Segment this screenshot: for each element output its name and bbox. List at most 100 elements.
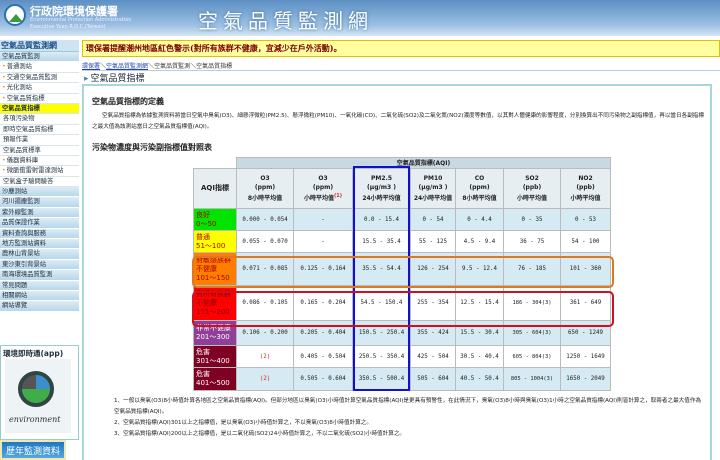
aqi-level-range: 301～400 xyxy=(196,356,230,365)
aqi-level-cell: 良好 0～50 xyxy=(193,208,237,231)
aqi-level-label: 危害 xyxy=(196,347,210,356)
table-cell: 425 - 504 xyxy=(410,345,456,368)
table-cell: 36 - 75 xyxy=(503,230,561,253)
table-cell: 0 - 54 xyxy=(410,208,456,231)
sidebar-item[interactable]: 交通空氣品質監測 xyxy=(0,72,79,84)
sidebar-title[interactable]: 空氣品質監測網 xyxy=(0,40,79,52)
column-header: O3 (ppm) 小時平均值(1) xyxy=(293,168,353,209)
table-cell: 0.505 - 0.604 xyxy=(293,367,353,391)
sidebar-item[interactable]: 河川揚塵監測 xyxy=(0,197,79,208)
definition-title: 空氣品質指標的定義 xyxy=(92,97,164,106)
sidebar-item[interactable]: 常見問題 xyxy=(0,280,79,291)
column-header: CO (ppm) 8小時平均值 xyxy=(455,168,504,209)
table-cell: (2) xyxy=(236,345,294,368)
aqi-level-cell: 普通 51～100 xyxy=(193,230,237,253)
aqi-level-range: 401～500 xyxy=(196,379,230,387)
aqi-level-cell: 危害 401～500 xyxy=(193,367,237,391)
sidebar-item[interactable]: 紫外線監測 xyxy=(0,207,79,219)
sidebar-item[interactable]: 空氣品質指標 xyxy=(0,93,79,104)
sidebar-item[interactable]: 預報作業 xyxy=(0,135,79,146)
breadcrumb-link[interactable]: 空氣品質監測網 xyxy=(106,63,148,70)
column-pollutant: SO2 xyxy=(525,175,539,182)
table-cell: 605 - 804(3) xyxy=(503,345,561,368)
table-cell: 55 - 125 xyxy=(410,230,456,253)
sidebar-item[interactable]: 儀器資料庫 xyxy=(0,155,79,167)
alert-banner: 環保署提醒潮州地區紅色警示(對所有族群不健康，宜減少在戶外活動)。 xyxy=(82,40,720,57)
content-panel: 空氣品質指標的定義 空氣品質指標為依據監測資料將當日空氣中臭氧(O3)、細懸浮微… xyxy=(82,84,712,460)
column-unit: (ppm) xyxy=(469,184,490,191)
table-cell: 0 - 35 xyxy=(503,208,561,231)
table-cell: 0 - 53 xyxy=(560,208,611,231)
table-cell: 0.405 - 0.504 xyxy=(293,345,353,368)
sidebar-item[interactable]: 網站導覽 xyxy=(0,301,79,312)
sidebar-item[interactable]: 微脈衝雷射雷達測站 xyxy=(0,166,79,177)
sidebar-item[interactable]: 空氣品質監測 xyxy=(0,52,79,63)
column-averaging: 8小時平均值 xyxy=(247,195,283,202)
page-title: 空氣品質指標 xyxy=(84,71,145,84)
sidebar-item[interactable]: 沙塵測站 xyxy=(0,187,79,198)
gauge-icon xyxy=(18,371,54,407)
column-unit: (ppm) xyxy=(254,184,276,191)
column-header: SO2 (ppb) 小時平均值 xyxy=(503,168,561,209)
sidebar-item[interactable]: 普通測站 xyxy=(0,62,79,73)
column-pollutant: PM10 xyxy=(423,175,443,182)
column-header: PM10 (μg/m3 ) 24小時平均值 xyxy=(410,168,456,209)
note-item: 1、一般以臭氧(O3)8小時值計算各地區之空氣品質指標(AQI)。但部分地區以臭… xyxy=(114,398,702,415)
sidebar-item[interactable]: 即時空氣品質指標 xyxy=(0,124,79,136)
sidebar-item[interactable]: 空氣品質指標 xyxy=(0,103,79,115)
sidebar-item[interactable]: 各項污染物 xyxy=(0,114,79,125)
highlight-orange-row xyxy=(192,256,614,288)
aqi-level-label: 良好 xyxy=(196,210,210,219)
column-pollutant: O3 xyxy=(318,175,328,182)
table-cell: 1250 - 1649 xyxy=(560,345,611,368)
breadcrumb-link[interactable]: 環保署 xyxy=(82,63,100,70)
aqi-level-range: 51～100 xyxy=(196,241,226,250)
org-name-en: Environmental Protection Administration xyxy=(30,17,132,23)
table-cell: 4.5 - 9.4 xyxy=(455,230,504,253)
table-cell: 1650 - 2049 xyxy=(560,367,611,391)
table-cell: 805 - 1004(3) xyxy=(503,367,561,391)
app-logo-image[interactable]: environment xyxy=(5,359,71,433)
aqi-level-range: 0～50 xyxy=(196,219,217,228)
sidebar-item[interactable]: 相關網站 xyxy=(0,290,79,302)
sidebar-item[interactable]: 資料查詢與服務 xyxy=(0,228,79,240)
sidebar: 空氣品質監測網 空氣品質監測普通測站交通空氣品質監測光化測站空氣品質指標空氣品質… xyxy=(0,40,79,312)
column-averaging: 小時平均值 xyxy=(516,195,547,202)
breadcrumb: 環保署＼空氣品質監測網＼空氣品質監測＼空氣品質指標 xyxy=(82,61,720,71)
highlight-red-row xyxy=(192,291,614,327)
column-pollutant: O3 xyxy=(260,175,270,182)
table-cell: 0 - 4.4 xyxy=(455,208,504,231)
definition-text: 空氣品質指標為依據監測資料將當日空氣中臭氧(O3)、細懸浮微粒(PM2.5)、懸… xyxy=(92,113,704,130)
app-promo[interactable]: 環境即時通(app) environment xyxy=(0,345,79,440)
table-cell: (2) xyxy=(236,367,294,391)
notes-list: 1、一般以臭氧(O3)8小時值計算各地區之空氣品質指標(AQI)。但部分地區以臭… xyxy=(114,396,704,440)
table-cell: 40.5 - 50.4 xyxy=(455,367,504,391)
sidebar-item[interactable]: 空氣盒子驗問驗答 xyxy=(0,176,79,188)
sidebar-item[interactable]: 鹿林山背景站 xyxy=(0,249,79,260)
history-data-button[interactable]: 歷年監測資料 xyxy=(0,440,66,460)
column-note: (1) xyxy=(333,193,343,199)
sidebar-item[interactable]: 品質保證作業 xyxy=(0,218,79,229)
sidebar-item[interactable]: 南海環境品質監測 xyxy=(0,270,79,281)
sidebar-item[interactable]: 地方監測站資料 xyxy=(0,239,79,250)
aqi-level-range: 201～300 xyxy=(196,333,230,341)
aqi-level-cell: 危害 301～400 xyxy=(193,345,237,368)
table-cell: 30.5 - 40.4 xyxy=(455,345,504,368)
app-logo-text: environment xyxy=(9,415,61,424)
column-unit: (ppb) xyxy=(576,184,595,191)
sidebar-item[interactable]: 東沙東引背景站 xyxy=(0,259,79,271)
column-unit: (μg/m3 ) xyxy=(418,184,448,191)
epa-logo[interactable] xyxy=(4,4,26,26)
column-averaging: 24小時平均值 xyxy=(413,195,453,202)
column-header: O3 (ppm) 8小時平均值 xyxy=(236,168,294,209)
table-cell: - xyxy=(293,230,353,253)
column-header: NO2 (ppb) 小時平均值 xyxy=(560,168,611,209)
column-pollutant: CO xyxy=(474,175,485,182)
note-item: 3、空氣品質指標(AQI)200以上之指標值，是以二氧化硫(SO2)24小時值計… xyxy=(114,431,406,437)
aqi-level-label: 危害 xyxy=(196,370,210,378)
sidebar-item[interactable]: 光化測站 xyxy=(0,83,79,94)
org-name-en-2: Executive Yuan R.O.C.(Taiwan) xyxy=(30,24,106,30)
table-cell: 54 - 100 xyxy=(560,230,611,253)
column-unit: (ppb) xyxy=(522,184,542,191)
sidebar-item[interactable]: 空氣品質標準 xyxy=(0,145,79,156)
